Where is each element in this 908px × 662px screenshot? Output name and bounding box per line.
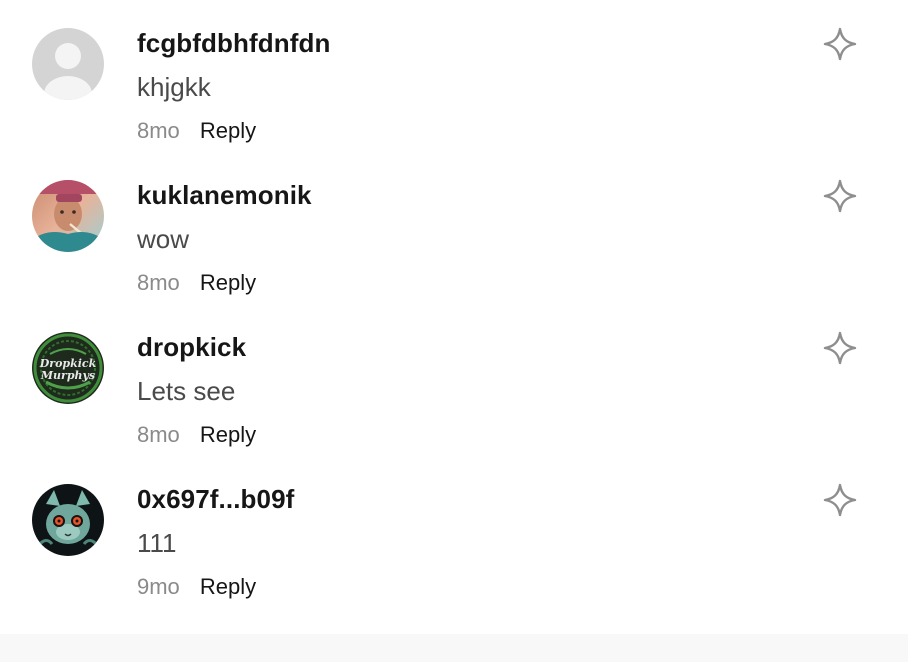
comment-meta: 9mo Reply xyxy=(137,574,256,600)
sparkle-star-icon[interactable] xyxy=(822,178,858,214)
comment-item: kuklanemonik wow 8mo Reply xyxy=(0,152,908,304)
creature-avatar-icon xyxy=(32,484,104,556)
dropkick-murphys-logo-avatar-icon: Dropkick Murphys xyxy=(32,332,104,404)
comment-item: fcgbfdbhfdnfdn khjgkk 8mo Reply xyxy=(0,0,908,152)
avatar[interactable] xyxy=(32,484,104,556)
reply-button[interactable]: Reply xyxy=(200,422,256,447)
comment-item: 0x697f...b09f 111 9mo Reply xyxy=(0,456,908,608)
comment-username[interactable]: kuklanemonik xyxy=(137,180,312,211)
comment-meta: 8mo Reply xyxy=(137,422,256,448)
comment-time: 9mo xyxy=(137,574,180,599)
sparkle-star-icon[interactable] xyxy=(822,482,858,518)
comment-text: wow xyxy=(137,224,190,254)
comment-item: Dropkick Murphys dropkick Lets see 8mo R… xyxy=(0,304,908,456)
comment-time: 8mo xyxy=(137,118,180,143)
photo-avatar-icon xyxy=(32,180,104,252)
comments-list: fcgbfdbhfdnfdn khjgkk 8mo Reply kuklanem… xyxy=(0,0,908,662)
avatar[interactable] xyxy=(32,180,104,252)
sparkle-star-icon[interactable] xyxy=(822,26,858,62)
sparkle-star-icon[interactable] xyxy=(822,330,858,366)
avatar-logo-line-2: Murphys xyxy=(40,369,95,382)
default-user-avatar-icon xyxy=(32,28,104,100)
comment-time: 8mo xyxy=(137,270,180,295)
comment-username[interactable]: dropkick xyxy=(137,332,246,363)
comment-username[interactable]: 0x697f...b09f xyxy=(137,484,294,515)
comment-text: khjgkk xyxy=(137,72,211,102)
comment-meta: 8mo Reply xyxy=(137,118,256,144)
reply-button[interactable]: Reply xyxy=(200,270,256,295)
avatar[interactable] xyxy=(32,28,104,100)
comment-text: Lets see xyxy=(137,376,236,406)
bottom-divider xyxy=(0,634,908,662)
comment-text: 111 xyxy=(137,528,177,558)
comment-username[interactable]: fcgbfdbhfdnfdn xyxy=(137,28,330,59)
avatar[interactable]: Dropkick Murphys xyxy=(32,332,104,404)
reply-button[interactable]: Reply xyxy=(200,118,256,143)
comment-meta: 8mo Reply xyxy=(137,270,256,296)
reply-button[interactable]: Reply xyxy=(200,574,256,599)
comment-time: 8mo xyxy=(137,422,180,447)
